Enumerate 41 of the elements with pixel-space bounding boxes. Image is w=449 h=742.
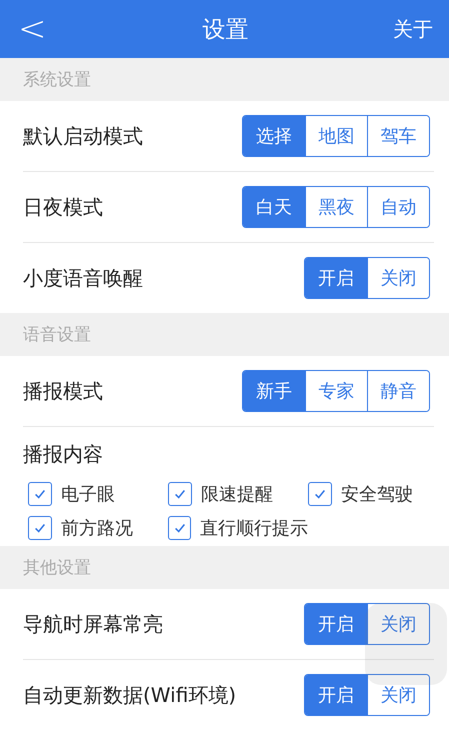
segment-option[interactable]: 新手 [243,371,305,411]
checkbox-label: 安全驾驶 [341,483,413,506]
segment-option[interactable]: 开启 [305,604,367,644]
section-title: 语音设置 [23,324,91,346]
assistive-touch-button[interactable] [365,603,447,685]
check-icon [173,487,187,501]
segment-option[interactable]: 关闭 [367,258,429,298]
checkbox[interactable] [28,516,52,540]
segment-option[interactable]: 静音 [367,371,429,411]
checkbox-label: 电子眼 [61,483,115,506]
check-icon [33,521,47,535]
section-title: 系统设置 [23,69,91,91]
about-link[interactable]: 关于 [393,16,433,42]
checkbox[interactable] [168,516,191,540]
page-title: 设置 [202,16,248,44]
segment-option[interactable]: 开启 [305,258,367,298]
back-button[interactable]: < [18,9,58,49]
check-icon [172,521,186,535]
checkbox[interactable] [168,482,192,506]
checkbox[interactable] [28,482,52,506]
checkbox[interactable] [308,482,332,506]
setting-label: 导航时屏幕常亮 [23,610,163,638]
setting-label: 播报模式 [23,378,103,404]
segment-option[interactable]: 关闭 [367,604,429,644]
segment-option[interactable]: 驾车 [367,116,429,156]
checkbox-label: 限速提醒 [201,483,273,506]
segment-option[interactable]: 白天 [243,187,305,227]
segment-option[interactable]: 关闭 [367,675,429,715]
check-icon [313,487,327,501]
setting-label: 默认启动模式 [23,122,143,150]
setting-label: 自动更新数据(Wifi环境) [23,682,236,708]
checkbox-label: 前方路况 [61,517,133,540]
segment-option[interactable]: 自动 [367,187,429,227]
checkbox-label: 直行顺行提示 [200,517,308,540]
setting-label: 日夜模式 [23,194,103,220]
setting-label: 播报内容 [23,442,103,466]
segment-option[interactable]: 开启 [305,675,367,715]
check-icon [33,487,47,501]
setting-label: 小度语音唤醒 [23,264,143,292]
segment-option[interactable]: 选择 [243,116,305,156]
section-title: 其他设置 [23,557,91,579]
